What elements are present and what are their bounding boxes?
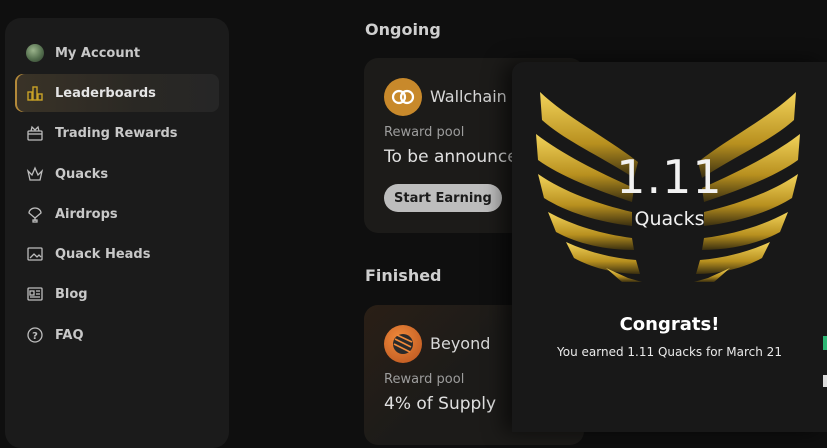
reward-pool-value: 4% of Supply (384, 394, 497, 414)
sidebar-item-label: Blog (55, 286, 88, 302)
sidebar-item-label: Quacks (55, 166, 109, 182)
sidebar-item-faq[interactable]: ? FAQ (15, 316, 219, 354)
svg-text:?: ? (32, 331, 38, 342)
sidebar-item-label: Trading Rewards (55, 125, 178, 141)
project-name: Wallchain (430, 87, 507, 106)
sidebar-item-my-account[interactable]: My Account (15, 34, 219, 72)
reward-pool-label: Reward pool (384, 372, 465, 387)
sidebar: My Account Leaderboards Trading Rewards … (5, 18, 229, 448)
sidebar-item-label: Quack Heads (55, 246, 151, 262)
finished-title: Finished (365, 266, 442, 285)
question-icon: ? (15, 326, 55, 344)
image-icon (15, 245, 55, 263)
sidebar-item-quacks[interactable]: Quacks (15, 155, 219, 193)
sidebar-item-trading-rewards[interactable]: Trading Rewards (15, 114, 219, 152)
ongoing-title: Ongoing (365, 20, 441, 39)
congrats-heading: Congrats! (619, 314, 720, 335)
reward-pool-label: Reward pool (384, 125, 465, 140)
sidebar-item-label: Leaderboards (55, 85, 156, 101)
sidebar-item-label: Airdrops (55, 206, 118, 222)
sidebar-item-label: My Account (55, 45, 141, 61)
bar-chart-icon (15, 84, 55, 102)
project-name: Beyond (430, 334, 491, 353)
sidebar-item-airdrops[interactable]: Airdrops (15, 195, 219, 233)
wallchain-logo-icon (384, 78, 422, 116)
gift-icon (15, 124, 55, 142)
reward-amount: 1.11 (616, 150, 723, 204)
sidebar-item-leaderboards[interactable]: Leaderboards (15, 74, 219, 112)
sidebar-item-blog[interactable]: Blog (15, 275, 219, 313)
balloon-icon (15, 205, 55, 223)
avatar (26, 44, 44, 62)
reward-modal: 1.11 Quacks Congrats! You earned 1.11 Qu… (512, 62, 827, 432)
sidebar-item-quack-heads[interactable]: Quack Heads (15, 235, 219, 273)
reward-unit: Quacks (634, 208, 705, 230)
start-earning-button[interactable]: Start Earning (384, 184, 502, 212)
sidebar-item-label: FAQ (55, 327, 84, 343)
crown-icon (15, 165, 55, 183)
beyond-logo-icon (384, 325, 422, 363)
earned-message: You earned 1.11 Quacks for March 21 (557, 345, 782, 359)
reward-pool-value: To be announced (384, 147, 529, 167)
edge-accent (823, 375, 827, 387)
edge-accent (823, 336, 827, 350)
newspaper-icon (15, 285, 55, 303)
